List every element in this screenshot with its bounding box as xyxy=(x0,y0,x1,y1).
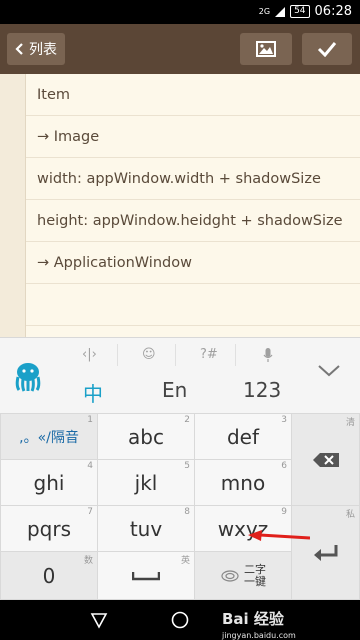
back-button-label: 列表 xyxy=(29,42,57,58)
divider xyxy=(235,344,236,366)
key-label: def xyxy=(226,424,260,449)
ghi-key[interactable]: 4 ghi xyxy=(1,460,97,505)
editor-line[interactable] xyxy=(26,284,360,326)
key-label: mno xyxy=(220,470,266,495)
key-number: 3 xyxy=(281,415,287,425)
mno-key[interactable]: 6 mno xyxy=(195,460,291,505)
check-icon xyxy=(317,42,337,57)
delete-key[interactable]: 清 xyxy=(292,414,359,505)
status-time: 06:28 xyxy=(314,4,352,19)
network-indicator: 2G xyxy=(258,6,271,16)
wxyz-key[interactable]: 9 wxyz xyxy=(195,506,291,551)
battery-indicator: 54 xyxy=(290,5,310,18)
key-number: 9 xyxy=(281,507,287,517)
key-label: abc xyxy=(128,424,164,449)
key-sub-label: 数 xyxy=(83,556,93,566)
key-label: 0 xyxy=(42,563,56,588)
app-bar: 列表 xyxy=(0,24,360,74)
editor-gutter xyxy=(0,74,26,337)
zero-key[interactable]: 数 0 xyxy=(1,552,97,599)
key-number: 6 xyxy=(281,461,287,471)
key-label: tuv xyxy=(129,516,163,541)
mode-chinese-button[interactable]: 中 xyxy=(83,378,103,407)
home-circle-icon[interactable] xyxy=(171,611,189,629)
divider xyxy=(175,344,176,366)
space-key[interactable]: 英 xyxy=(98,552,194,599)
key-number: 8 xyxy=(184,507,190,517)
key-label: ,。«/隔音 xyxy=(19,429,79,446)
key-sub-label: 私 xyxy=(345,510,355,520)
key-number: 1 xyxy=(87,415,93,425)
chevron-left-icon xyxy=(15,43,23,55)
keyboard-keys: 1 ,。«/隔音 2 abc 3 def 清 4 ghi 5 jkl 6 mno… xyxy=(0,413,360,600)
pqrs-key[interactable]: 7 pqrs xyxy=(1,506,97,551)
def-key[interactable]: 3 def xyxy=(195,414,291,459)
key-label: jkl xyxy=(134,470,158,495)
key-number: 4 xyxy=(87,461,93,471)
mode-english-button[interactable]: En xyxy=(162,378,187,402)
baidu-watermark: Bai 经验 jingyan.baidu.com xyxy=(222,608,296,640)
cursor-move-icon[interactable]: ‹|› xyxy=(82,347,97,362)
punctuation-key[interactable]: 1 ,。«/隔音 xyxy=(1,414,97,459)
image-icon xyxy=(256,41,276,57)
navigation-bar xyxy=(0,600,360,640)
spiral-icon xyxy=(221,569,239,582)
emoji-icon[interactable]: ☺ xyxy=(142,347,156,362)
key-number: 5 xyxy=(184,461,190,471)
editor-line[interactable]: width: appWindow.width + shadowSize xyxy=(26,158,360,200)
watermark-text: Bai 经验 xyxy=(222,610,284,628)
status-bar: 2G 54 06:28 xyxy=(0,0,360,24)
key-label: pqrs xyxy=(26,516,72,541)
editor-line[interactable]: height: appWindow.heidght + shadowSize xyxy=(26,200,360,242)
two-char-key[interactable]: 二字 一键 xyxy=(195,552,291,599)
back-to-list-button[interactable]: 列表 xyxy=(7,33,65,65)
keyboard-toolbar: ‹|› ☺ ?# 中 En 123 xyxy=(0,337,360,413)
microphone-icon[interactable] xyxy=(263,348,273,362)
symbol-icon[interactable]: ?# xyxy=(200,347,218,362)
key-sub-label: 英 xyxy=(180,556,190,566)
jkl-key[interactable]: 5 jkl xyxy=(98,460,194,505)
editor-line[interactable]: Item xyxy=(26,74,360,116)
confirm-button[interactable] xyxy=(302,33,352,65)
signal-icon xyxy=(275,6,286,17)
key-number: 2 xyxy=(184,415,190,425)
backspace-icon xyxy=(312,452,339,467)
enter-key[interactable]: 私 xyxy=(292,506,359,599)
watermark-url: jingyan.baidu.com xyxy=(222,631,296,640)
chevron-down-icon[interactable] xyxy=(318,365,340,377)
mode-numbers-button[interactable]: 123 xyxy=(243,378,281,402)
key-label: 二字 一键 xyxy=(244,562,266,588)
divider xyxy=(117,344,118,366)
back-triangle-icon[interactable] xyxy=(90,611,108,629)
octopus-logo-icon[interactable] xyxy=(14,362,42,392)
abc-key[interactable]: 2 abc xyxy=(98,414,194,459)
insert-image-button[interactable] xyxy=(240,33,292,65)
space-icon xyxy=(132,571,160,580)
editor-line[interactable]: → Image xyxy=(26,116,360,158)
key-label: ghi xyxy=(33,470,65,495)
note-editor[interactable]: Item → Image width: appWindow.width + sh… xyxy=(0,74,360,337)
key-number: 7 xyxy=(87,507,93,517)
annotation-arrow-icon xyxy=(248,530,310,541)
enter-icon xyxy=(313,544,337,561)
editor-line[interactable]: → ApplicationWindow xyxy=(26,242,360,284)
tuv-key[interactable]: 8 tuv xyxy=(98,506,194,551)
key-sub-label: 清 xyxy=(345,418,355,428)
